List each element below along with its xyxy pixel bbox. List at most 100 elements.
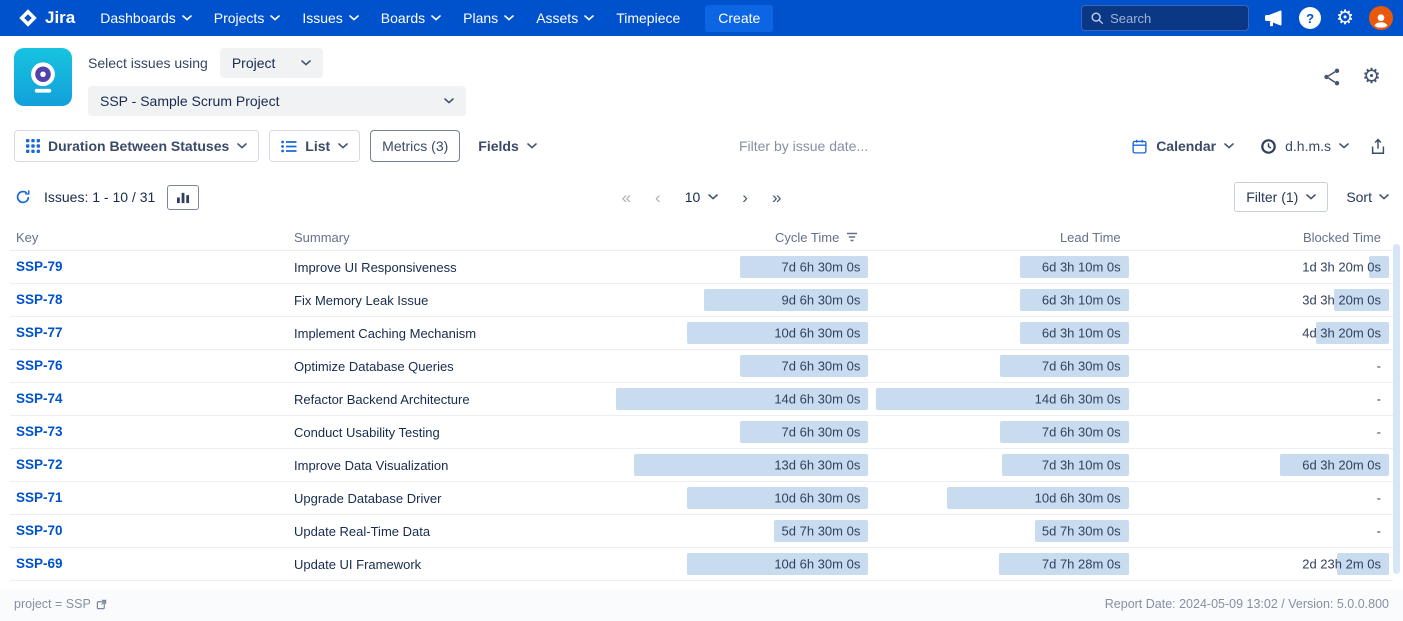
app-window: Jira Dashboards Projects Issues Boards P… [0, 0, 1403, 621]
table-row[interactable]: SSP-70Update Real-Time Data5d 7h 30m 0s5… [10, 515, 1393, 548]
issue-key-link[interactable]: SSP-73 [16, 424, 63, 439]
lead-time-cell: 14d 6h 30m 0s [872, 383, 1132, 415]
issue-summary: Optimize Database Queries [282, 359, 612, 374]
column-filter-icon[interactable] [846, 232, 858, 242]
issue-source-select[interactable]: Project [220, 48, 324, 78]
duration-value: 9d 6h 30m 0s [782, 293, 861, 308]
issue-key-link[interactable]: SSP-69 [16, 556, 63, 571]
nav-dashboards[interactable]: Dashboards [89, 0, 203, 36]
jql-query[interactable]: project = SSP [14, 597, 107, 611]
issue-key-link[interactable]: SSP-79 [16, 259, 63, 274]
report-toolbar: Duration Between Statuses List Metrics (… [0, 126, 1403, 172]
settings-icon[interactable]: ⚙ [1336, 8, 1354, 28]
table-row[interactable]: SSP-69Update UI Framework10d 6h 30m 0s7d… [10, 548, 1393, 581]
bar-chart-icon [176, 191, 191, 204]
export-icon[interactable] [1367, 137, 1389, 156]
filter-sort-group: Filter (1) Sort [1234, 182, 1389, 212]
issue-key-link[interactable]: SSP-70 [16, 523, 63, 538]
issue-date-filter[interactable] [739, 138, 929, 154]
duration-empty: - [1377, 392, 1381, 407]
sort-button[interactable]: Sort [1346, 189, 1389, 205]
column-header-key[interactable]: Key [10, 230, 282, 245]
column-header-blocked-time[interactable]: Blocked Time [1133, 230, 1393, 245]
share-icon[interactable] [1322, 67, 1342, 87]
jira-logo[interactable]: Jira [10, 8, 89, 28]
issue-key-link[interactable]: SSP-78 [16, 292, 63, 307]
person-icon [1372, 12, 1390, 28]
create-button[interactable]: Create [705, 5, 773, 32]
issue-key-cell: SSP-78 [10, 291, 282, 309]
issue-key-cell: SSP-76 [10, 357, 282, 375]
nav-timepiece[interactable]: Timepiece [605, 0, 691, 36]
issue-key-link[interactable]: SSP-74 [16, 391, 63, 406]
issue-key-cell: SSP-79 [10, 258, 282, 276]
calendar-icon [1131, 138, 1148, 155]
user-avatar[interactable] [1369, 6, 1393, 30]
column-header-summary[interactable]: Summary [282, 230, 612, 245]
fields-select[interactable]: Fields [470, 131, 544, 161]
report-actions: ⚙ [1322, 48, 1389, 87]
search-icon [1090, 11, 1104, 25]
blocked-time-cell: 6d 3h 20m 0s [1133, 449, 1393, 481]
issue-key-link[interactable]: SSP-77 [16, 325, 63, 340]
report-settings-icon[interactable]: ⚙ [1362, 66, 1381, 87]
prev-page-button[interactable]: ‹ [655, 189, 661, 206]
view-select[interactable]: List [269, 130, 360, 162]
table-row[interactable]: SSP-71Upgrade Database Driver10d 6h 30m … [10, 482, 1393, 515]
duration-value: 7d 6h 30m 0s [782, 260, 861, 275]
cycle-time-cell: 14d 6h 30m 0s [612, 383, 872, 415]
search-input[interactable] [1110, 11, 1240, 26]
nav-issues[interactable]: Issues [291, 0, 369, 36]
table-header: Key Summary Cycle Time Lead Time Blocked… [10, 224, 1393, 250]
duration-value: 7d 6h 30m 0s [1042, 425, 1121, 440]
duration-value: 6d 3h 10m 0s [1042, 260, 1121, 275]
issue-summary: Refactor Backend Architecture [282, 392, 612, 407]
issue-key-link[interactable]: SSP-76 [16, 358, 63, 373]
duration-value: 7d 3h 10m 0s [1042, 458, 1121, 473]
chevron-down-icon [431, 15, 441, 21]
table-row[interactable]: SSP-79Improve UI Responsiveness7d 6h 30m… [10, 251, 1393, 284]
duration-value: 4d 3h 20m 0s [1302, 326, 1381, 341]
metrics-button[interactable]: Metrics (3) [370, 130, 460, 162]
table-row[interactable]: SSP-73Conduct Usability Testing7d 6h 30m… [10, 416, 1393, 449]
report-type-select[interactable]: Duration Between Statuses [14, 130, 259, 162]
refresh-icon[interactable] [14, 188, 32, 206]
table-row[interactable]: SSP-72Improve Data Visualization13d 6h 3… [10, 449, 1393, 482]
last-page-button[interactable]: » [772, 189, 781, 206]
table-row[interactable]: SSP-74Refactor Backend Architecture14d 6… [10, 383, 1393, 416]
issue-summary: Fix Memory Leak Issue [282, 293, 612, 308]
vertical-scrollbar[interactable] [1393, 244, 1400, 574]
column-header-lead-time[interactable]: Lead Time [872, 230, 1132, 245]
duration-value: 5d 7h 30m 0s [1042, 524, 1121, 539]
first-page-button[interactable]: « [622, 189, 631, 206]
duration-empty: - [1377, 491, 1381, 506]
help-icon[interactable]: ? [1299, 7, 1321, 29]
column-header-cycle-time[interactable]: Cycle Time [612, 230, 872, 245]
nav-assets[interactable]: Assets [525, 0, 605, 36]
table-row[interactable]: SSP-76 Optimize Database Queries 7d 6h 30m… [10, 350, 1393, 383]
issue-key-cell: SSP-71 [10, 489, 282, 507]
time-format-select[interactable]: d.h.m.s [1252, 131, 1357, 162]
filter-button[interactable]: Filter (1) [1234, 182, 1328, 212]
page-size-select[interactable]: 10 [685, 189, 719, 205]
issue-key-link[interactable]: SSP-72 [16, 457, 63, 472]
table-row[interactable]: SSP-78Fix Memory Leak Issue9d 6h 30m 0s6… [10, 284, 1393, 317]
announcement-icon[interactable] [1264, 9, 1284, 27]
next-page-button[interactable]: › [742, 189, 748, 206]
calendar-select[interactable]: Calendar [1123, 131, 1242, 162]
nav-boards[interactable]: Boards [370, 0, 452, 36]
duration-empty: - [1377, 425, 1381, 440]
issue-key-link[interactable]: SSP-71 [16, 490, 63, 505]
nav-projects[interactable]: Projects [203, 0, 292, 36]
chart-view-button[interactable] [167, 185, 199, 210]
issue-summary: Update UI Framework [282, 557, 612, 572]
list-icon [281, 140, 297, 153]
duration-value: 14d 6h 30m 0s [1035, 392, 1121, 407]
table-row[interactable]: SSP-77Implement Caching Mechanism10d 6h … [10, 317, 1393, 350]
project-select[interactable]: SSP - Sample Scrum Project [88, 86, 466, 116]
blocked-time-cell: - [1133, 350, 1393, 382]
chevron-down-icon [504, 15, 514, 21]
duration-value: 7d 6h 30m 0s [1042, 359, 1121, 374]
nav-plans[interactable]: Plans [452, 0, 525, 36]
nav-search[interactable] [1081, 5, 1249, 31]
